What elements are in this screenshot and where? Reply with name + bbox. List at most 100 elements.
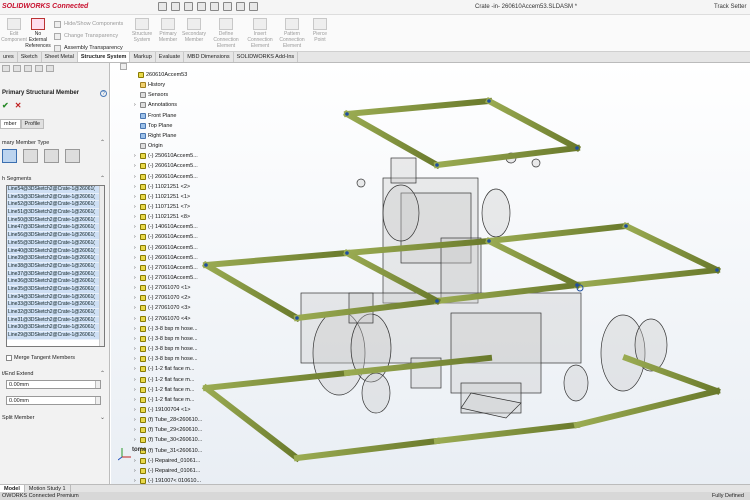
rebuild-icon[interactable] [236, 2, 245, 11]
tree-item[interactable]: › (-) 260610Accem5... [134, 233, 198, 241]
tree-item[interactable]: › (f) Tube_28<260610... [134, 416, 202, 424]
expand-arrow-icon[interactable]: › [134, 294, 138, 302]
expand-arrow-icon[interactable]: › [134, 173, 138, 181]
tree-item[interactable]: Right Plane [134, 132, 176, 140]
reference-plane-member-icon[interactable] [23, 149, 38, 163]
tree-item[interactable]: › (-) 1-2 flat face m... [134, 396, 194, 404]
expand-arrow-icon[interactable]: › [134, 304, 138, 312]
tree-item[interactable]: › (-) 27061070 <3> [134, 304, 191, 312]
no-external-references-button[interactable]: No External References [20, 18, 56, 49]
path-segment-member-icon[interactable] [2, 149, 17, 163]
list-item[interactable]: Line37@3DSketch2@Crate-1@26061( [7, 270, 104, 279]
tree-item[interactable]: › (-) 250610Accem5... [134, 152, 198, 160]
help-icon[interactable]: ? [100, 90, 107, 97]
extend-start-input[interactable]: 0.00mm [6, 380, 101, 389]
collapse-chevron-icon[interactable]: ⌃ [100, 370, 105, 377]
tree-item[interactable]: Top Plane [134, 122, 172, 130]
tab-solidworks-add-ins[interactable]: SOLIDWORKS Add-Ins [234, 52, 299, 62]
spinner-icon[interactable] [95, 397, 100, 404]
property-manager-icon[interactable] [13, 65, 21, 72]
list-item[interactable]: Line30@3DSketch2@Crate-1@26061( [7, 324, 104, 333]
define-connection-element-button[interactable]: Define Connection Element [208, 18, 244, 49]
list-item[interactable]: Line52@3DSketch2@Crate-1@26061( [7, 201, 104, 210]
list-item[interactable]: Line39@3DSketch2@Crate-1@26061( [7, 255, 104, 263]
undo-icon[interactable] [210, 2, 219, 11]
expand-arrow-icon[interactable]: › [134, 203, 138, 211]
tab-sketch[interactable]: Sketch [18, 52, 42, 62]
tree-item[interactable]: › (-) 1-2 flat face m... [134, 376, 194, 384]
path-segments-list[interactable]: Line54@3DSketch2@Crate-1@26061( Line53@3… [6, 185, 105, 347]
expand-arrow-icon[interactable]: › [134, 254, 138, 262]
select-icon[interactable] [223, 2, 232, 11]
tree-item[interactable]: › (-) 3-8 bsp m hose... [134, 335, 198, 343]
expand-arrow-icon[interactable]: › [134, 162, 138, 170]
list-item[interactable]: Line38@3DSketch2@Crate-1@26061( [7, 262, 104, 271]
tree-item[interactable]: › (-) Repaired_01061... [134, 467, 200, 475]
list-item[interactable]: Line29@3DSketch2@Crate-1@26061( [7, 332, 104, 340]
tree-item[interactable]: › (-) 140610Accem5... [134, 223, 198, 231]
tree-item[interactable]: › (-) 11071251 <7> [134, 203, 190, 211]
tree-item[interactable]: Origin [134, 142, 163, 150]
expand-arrow-icon[interactable]: › [134, 152, 138, 160]
expand-arrow-icon[interactable]: › [134, 223, 138, 231]
tree-item[interactable]: History [134, 81, 165, 89]
list-scrollbar[interactable] [99, 186, 104, 346]
tree-item[interactable]: › (-) 260610Accem5... [134, 162, 198, 170]
configuration-manager-icon[interactable] [24, 65, 32, 72]
display-manager-icon[interactable] [46, 65, 54, 72]
expand-arrow-icon[interactable]: › [134, 101, 138, 109]
tab-model[interactable]: Model [0, 485, 25, 492]
expand-arrow-icon[interactable]: › [134, 274, 138, 282]
tree-item[interactable]: › (-) 260610Accem5... [134, 173, 198, 181]
open-file-icon[interactable] [171, 2, 180, 11]
tree-item[interactable]: › (-) 11021251 <8> [134, 213, 190, 221]
list-item[interactable]: Line54@3DSketch2@Crate-1@26061( [7, 186, 104, 194]
member-type-header[interactable]: mary Member Type [2, 140, 49, 146]
hide-show-components-button[interactable]: Hide/Show Components [54, 18, 123, 30]
tree-item[interactable]: › (f) Tube_29<260610... [134, 426, 202, 434]
save-icon[interactable] [184, 2, 193, 11]
expand-arrow-icon[interactable]: › [134, 426, 138, 434]
pierce-point-button[interactable]: Pierce Point [302, 18, 338, 43]
filter-icon[interactable] [120, 63, 127, 70]
expand-arrow-icon[interactable]: › [134, 193, 138, 201]
expand-arrow-icon[interactable]: › [134, 386, 138, 394]
expand-arrow-icon[interactable]: › [134, 376, 138, 384]
split-member-header[interactable]: Split Member [2, 415, 34, 421]
tree-item[interactable]: Front Plane [134, 112, 176, 120]
tab-evaluate[interactable]: Evaluate [156, 52, 185, 62]
expand-arrow-icon[interactable]: › [134, 416, 138, 424]
list-item[interactable]: Line32@3DSketch2@Crate-1@26061( [7, 309, 104, 317]
tree-item[interactable]: › (-) 260610Accem5... [134, 244, 198, 252]
subtab-member[interactable]: mber [0, 119, 21, 129]
list-item[interactable]: Line51@3DSketch2@Crate-1@26061( [7, 209, 104, 217]
change-transparency-button[interactable]: Change Transparency [54, 30, 123, 42]
collapse-chevron-icon[interactable]: ⌃ [100, 175, 105, 182]
expand-arrow-icon[interactable]: › [134, 396, 138, 404]
expand-arrow-icon[interactable]: › [134, 355, 138, 363]
list-item[interactable]: Line36@3DSketch2@Crate-1@26061( [7, 278, 104, 286]
spinner-icon[interactable] [95, 381, 100, 388]
list-item[interactable]: Line33@3DSketch2@Crate-1@26061( [7, 301, 104, 309]
expand-arrow-icon[interactable]: › [134, 467, 138, 475]
expand-arrow-icon[interactable]: › [134, 406, 138, 414]
new-file-icon[interactable] [158, 2, 167, 11]
list-item[interactable]: Line40@3DSketch2@Crate-1@26061( [7, 247, 104, 256]
tab-markup[interactable]: Markup [130, 52, 156, 62]
tab-features[interactable]: ures [0, 52, 18, 62]
tab-motion-study[interactable]: Motion Study 1 [25, 485, 71, 492]
tree-item[interactable]: › (-) 3-8 bsp m hose... [134, 355, 198, 363]
list-item[interactable]: Line55@3DSketch2@Crate-1@26061( [7, 239, 104, 248]
feature-manager-icon[interactable] [2, 65, 10, 72]
expand-arrow-icon[interactable]: › [134, 233, 138, 241]
expand-arrow-icon[interactable]: › [134, 325, 138, 333]
list-item[interactable]: Line56@3DSketch2@Crate-1@26061( [7, 232, 104, 240]
tree-item[interactable]: › Annotations [134, 101, 177, 109]
list-item[interactable]: Line31@3DSketch2@Crate-1@26061( [7, 316, 104, 325]
merge-tangent-members-checkbox[interactable]: Merge Tangent Members [6, 355, 75, 361]
tree-item[interactable]: › (-) 27061070 <2> [134, 294, 191, 302]
expand-arrow-icon[interactable]: › [134, 436, 138, 444]
tree-item[interactable]: › (-) 3-8 bsp m hose... [134, 345, 198, 353]
tree-item[interactable]: › (-) 11021251 <1> [134, 193, 190, 201]
tree-item[interactable]: › (-) 270610Accem5... [134, 274, 198, 282]
